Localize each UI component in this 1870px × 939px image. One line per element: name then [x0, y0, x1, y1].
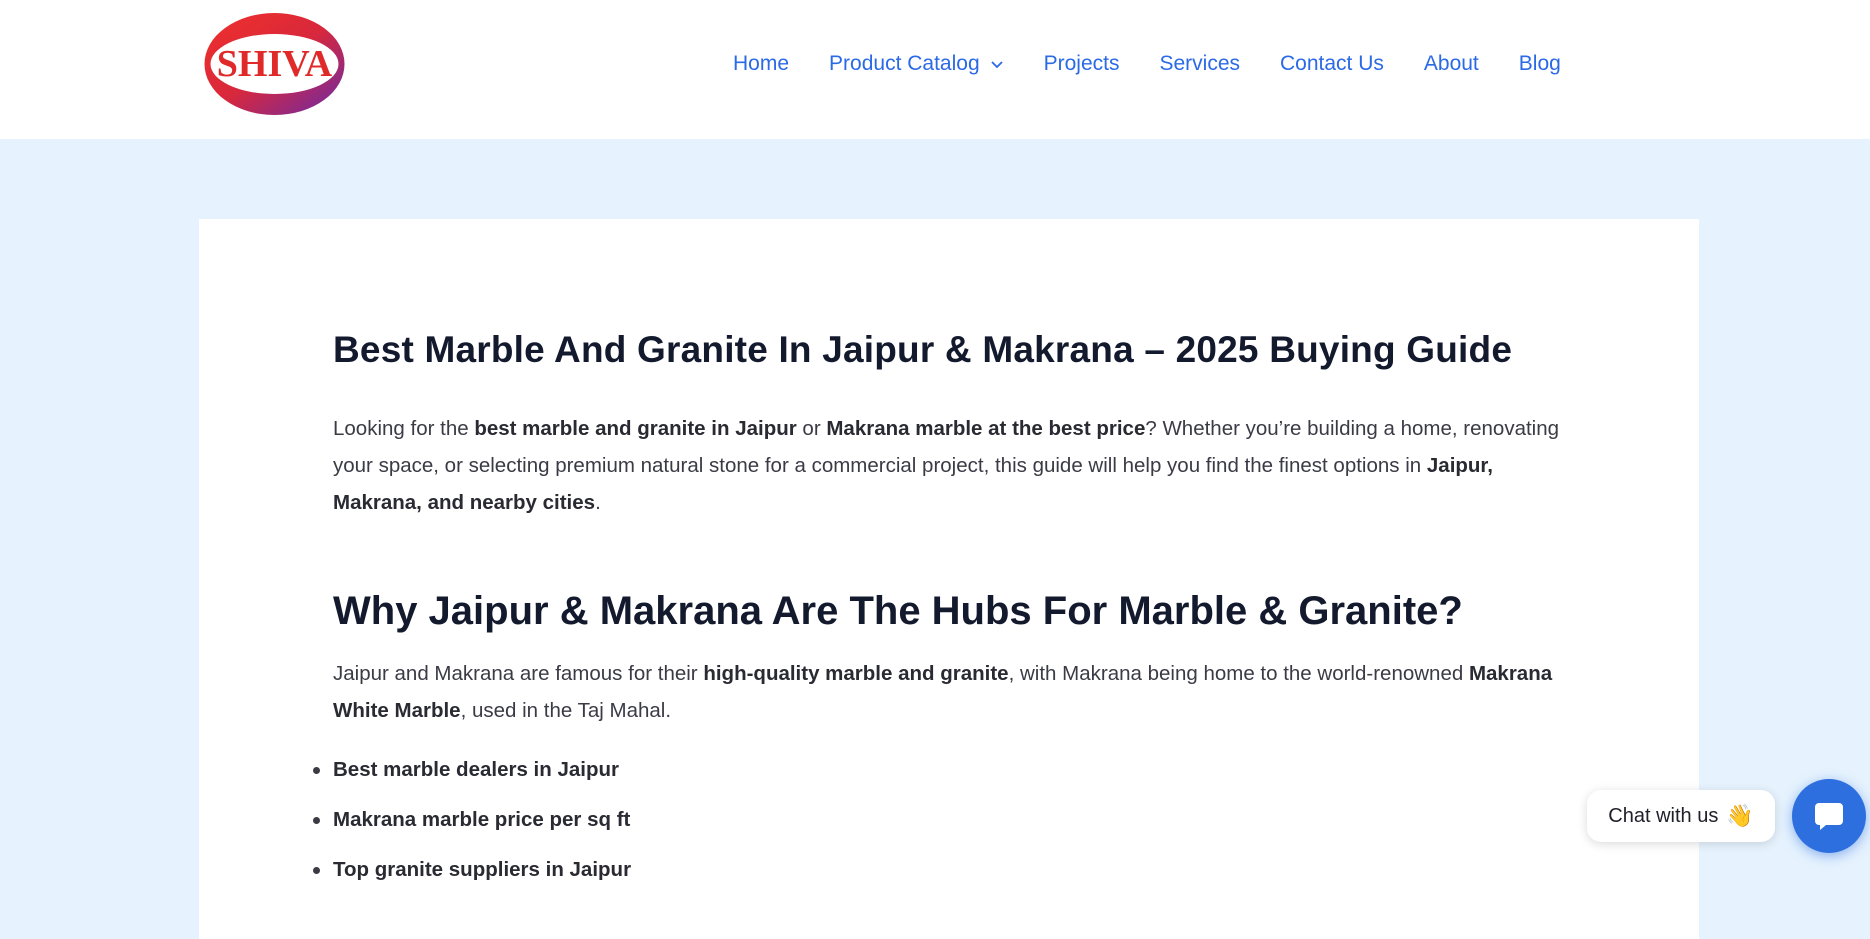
chat-launcher-button[interactable]	[1792, 779, 1866, 853]
svg-text:SHIVA: SHIVA	[217, 43, 333, 85]
nav-blog[interactable]: Blog	[1519, 52, 1561, 76]
nav-about[interactable]: About	[1424, 52, 1479, 76]
intro-paragraph: Looking for the best marble and granite …	[333, 417, 1560, 514]
chat-bubble-icon	[1815, 803, 1843, 830]
shiva-logo-icon: SHIVA	[204, 13, 345, 115]
list-item: Makrana marble price per sq ft	[313, 795, 1573, 845]
nav-product-catalog[interactable]: Product Catalog	[829, 52, 1004, 76]
section-paragraph: Jaipur and Makrana are famous for their …	[333, 662, 1553, 722]
site-header: SHIVA Home Product Catalog Projects Serv…	[0, 0, 1870, 139]
highlights-list: Best marble dealers in Jaipur Makrana ma…	[313, 745, 1573, 895]
site-logo[interactable]: SHIVA	[203, 12, 346, 116]
nav-services[interactable]: Services	[1159, 52, 1240, 76]
article-content: Best Marble And Granite In Jaipur & Makr…	[313, 320, 1573, 895]
section-heading: Why Jaipur & Makrana Are The Hubs For Ma…	[333, 589, 1463, 633]
waving-hand-icon: 👋	[1726, 803, 1754, 828]
chat-label: Chat with us	[1608, 804, 1719, 827]
nav-home[interactable]: Home	[733, 52, 789, 76]
main-nav: Home Product Catalog Projects Services C…	[733, 48, 1870, 80]
chevron-down-icon	[990, 61, 1003, 69]
article-title: Best Marble And Granite In Jaipur & Makr…	[333, 329, 1513, 370]
nav-projects[interactable]: Projects	[1044, 52, 1120, 76]
list-item: Top granite suppliers in Jaipur	[313, 845, 1573, 895]
chat-with-us-pill[interactable]: Chat with us 👋	[1587, 790, 1775, 842]
nav-contact-us[interactable]: Contact Us	[1280, 52, 1384, 76]
list-item: Best marble dealers in Jaipur	[313, 745, 1573, 795]
